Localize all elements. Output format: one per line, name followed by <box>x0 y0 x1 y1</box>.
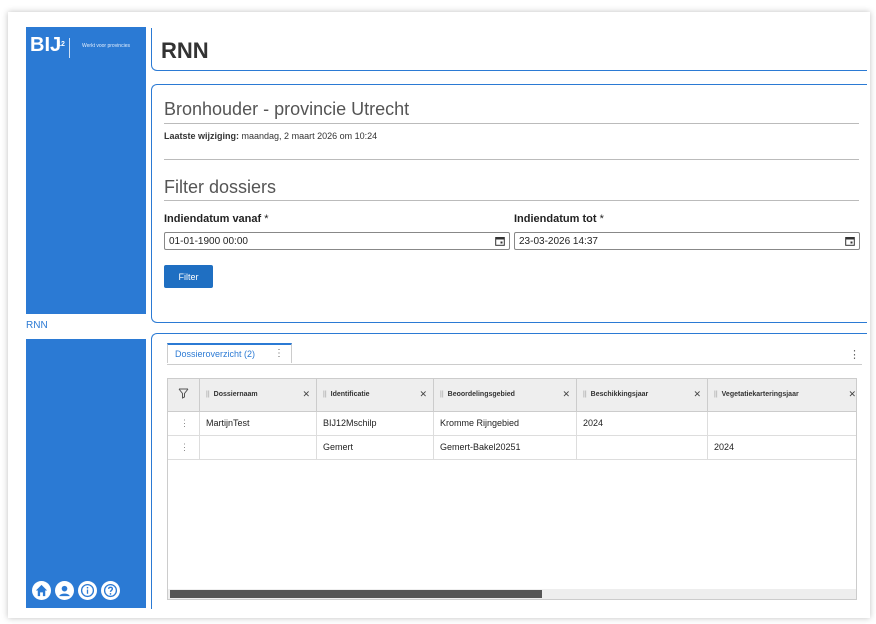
filter-icon[interactable] <box>178 388 189 399</box>
last-modified-value: maandag, 2 maart 2026 om 10:24 <box>241 131 378 141</box>
overview-panel: Dossieroverzicht (2) ⋮ ⋮ || Dossiernaam ✕ … <box>151 333 867 609</box>
page-title: RNN <box>161 38 209 63</box>
from-date-label: Indiendatum vanaf * <box>164 213 269 225</box>
cell-beschikkingsjaar: 2024 <box>577 412 708 435</box>
panel-menu-icon[interactable]: ⋮ <box>849 348 860 361</box>
cell-vegetatiekarteringsjaar: 2024 <box>714 442 735 452</box>
bronhouder-panel: Bronhouder - provincie Utrecht Laatste w… <box>151 84 867 323</box>
table-row[interactable]: ⋮ Gemert Gemert-Bakel20251 2024 <box>168 436 856 460</box>
last-modified: Laatste wijziging: maandag, 2 maart 2026… <box>164 131 377 141</box>
horizontal-scrollbar[interactable] <box>168 589 856 599</box>
help-icon[interactable] <box>101 581 120 600</box>
tab-dossieroverzicht[interactable]: Dossieroverzicht (2) ⋮ <box>167 343 292 363</box>
close-icon[interactable]: ✕ <box>693 389 701 400</box>
row-menu-icon[interactable]: ⋮ <box>168 436 200 459</box>
filter-button[interactable]: Filter <box>164 265 213 288</box>
table-row[interactable]: ⋮ MartijnTest BIJ12Mschilp Kromme Rijnge… <box>168 412 856 436</box>
close-icon[interactable]: ✕ <box>848 389 856 400</box>
sidebar-link-rnn[interactable]: RNN <box>26 320 48 331</box>
column-grip-icon[interactable]: || <box>714 391 718 398</box>
column-grip-icon[interactable]: || <box>206 391 210 398</box>
cell-beschikkingsjaar <box>577 436 708 459</box>
sidebar-top <box>26 27 146 314</box>
last-modified-label: Laatste wijziging: <box>164 131 240 141</box>
cell-identificatie: Gemert <box>317 436 434 459</box>
dossier-grid: || Dossiernaam ✕ || Identificatie ✕ || Beoord… <box>167 378 857 600</box>
home-icon[interactable] <box>32 581 51 600</box>
column-grip-icon[interactable]: || <box>583 391 587 398</box>
divider <box>164 200 859 201</box>
page-header: RNN <box>151 28 867 71</box>
to-date-label: Indiendatum tot * <box>514 213 604 225</box>
row-menu-icon[interactable]: ⋮ <box>168 412 200 435</box>
column-grip-icon[interactable]: || <box>440 391 444 398</box>
logo-separator <box>69 38 70 58</box>
divider <box>164 123 859 124</box>
calendar-icon[interactable] <box>495 236 505 246</box>
cell-dossiernaam: MartijnTest <box>200 412 317 435</box>
column-header-beoordelingsgebied[interactable]: || Beoordelingsgebied ✕ <box>434 379 577 411</box>
close-icon[interactable]: ✕ <box>562 389 570 400</box>
close-icon[interactable]: ✕ <box>302 389 310 400</box>
column-grip-icon[interactable]: || <box>323 391 327 398</box>
divider <box>164 159 859 160</box>
column-header-dossiernaam[interactable]: || Dossiernaam ✕ <box>200 379 317 411</box>
calendar-icon[interactable] <box>845 236 855 246</box>
from-date-input[interactable]: 01-01-1900 00:00 <box>164 232 510 250</box>
cell-beoordelingsgebied: Gemert-Bakel20251 <box>434 436 577 459</box>
tab-menu-icon[interactable]: ⋮ <box>274 348 284 359</box>
close-icon[interactable]: ✕ <box>419 389 427 400</box>
sidebar-bottom <box>26 339 146 608</box>
logo-tagline: Werkt voor provincies <box>82 43 130 49</box>
to-date-input[interactable]: 23-03-2026 14:37 <box>514 232 860 250</box>
cell-beoordelingsgebied: Kromme Rijngebied <box>434 412 577 435</box>
column-header-beschikkingsjaar[interactable]: || Beschikkingsjaar ✕ <box>577 379 708 411</box>
column-header-vegetatiekarteringsjaar[interactable]: || Vegetatiekarteringsjaar ✕ <box>708 379 856 411</box>
scrollbar-thumb[interactable] <box>170 590 542 598</box>
cell-vegetatiekarteringsjaar <box>708 412 856 435</box>
bronhouder-title: Bronhouder - provincie Utrecht <box>164 99 410 119</box>
cell-identificatie: BIJ12Mschilp <box>317 412 434 435</box>
logo[interactable]: BIJ12 <box>30 35 65 55</box>
column-header-identificatie[interactable]: || Identificatie ✕ <box>317 379 434 411</box>
sidebar-icon-bar <box>32 581 120 600</box>
column-filter-cell <box>168 379 200 411</box>
cell-dossiernaam <box>200 436 317 459</box>
tab-divider <box>167 364 862 365</box>
filter-title: Filter dossiers <box>164 177 277 197</box>
grid-header-row: || Dossiernaam ✕ || Identificatie ✕ || Beoord… <box>168 379 856 412</box>
info-icon[interactable] <box>78 581 97 600</box>
user-icon[interactable] <box>55 581 74 600</box>
